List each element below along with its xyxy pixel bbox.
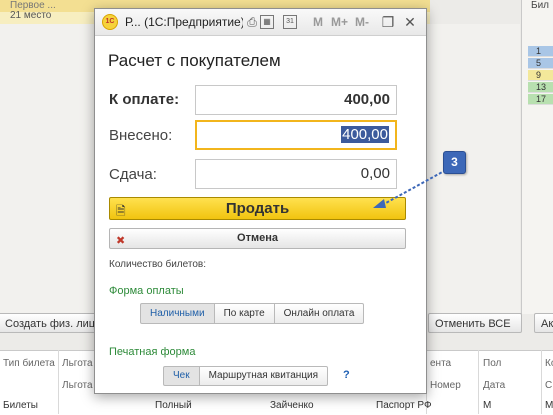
background-action-button[interactable]: Ак [534,313,553,333]
seat-row[interactable]: 5 [528,58,553,69]
seat-row[interactable]: 17 [528,94,553,105]
table-cell[interactable]: М [483,400,491,411]
paid-field-value: 400,00 [341,126,389,143]
table-header[interactable]: С [545,380,552,391]
close-icon[interactable]: ✕ [402,14,418,30]
1c-logo-icon: 1С [102,14,118,30]
paid-label: Внесено: [109,127,173,144]
table-cell[interactable]: Зайченко [270,400,314,411]
table-cell[interactable]: Паспорт РФ [376,400,432,411]
print-option-receipt[interactable]: Чек [163,366,200,386]
calendar-icon[interactable]: 31 [283,15,297,29]
seat-row[interactable]: 1 [528,46,553,57]
table-header[interactable]: Льгота [62,380,93,391]
background-right-header: Бил [531,0,549,11]
seat-row[interactable]: 9 [528,70,553,81]
payment-option-cash[interactable]: Наличными [140,303,215,324]
print-form-selector: Чек Маршрутная квитанция [163,366,329,386]
print-option-itinerary[interactable]: Маршрутная квитанция [199,366,329,386]
help-icon[interactable]: ? [343,369,350,381]
table-header[interactable]: Тип билета [3,358,55,369]
calculator-icon[interactable]: ▦ [260,15,274,29]
tickets-count-label: Количество билетов: [109,259,206,270]
memory-add-button[interactable]: M+ [331,15,348,29]
table-header[interactable]: Пол [483,358,501,369]
table-cell[interactable]: Полный [155,400,192,411]
to-pay-label: К оплате: [109,91,180,108]
cancel-all-button[interactable]: Отменить ВСЕ [428,313,522,333]
sell-button[interactable]: 🗎 Продать [109,197,406,220]
memory-subtract-button[interactable]: M- [355,15,369,29]
print-icon[interactable]: ⎙ [244,14,260,30]
cancel-button-label: Отмена [237,232,278,244]
table-header[interactable]: Льгота [62,358,93,369]
document-ok-icon: 🗎 [116,204,126,218]
payment-option-online[interactable]: Онлайн оплата [274,303,365,324]
window-title: Р... (1С:Предприятие) [125,15,243,29]
cancel-button[interactable]: ✖ Отмена [109,228,406,249]
document-cancel-icon: ✖ [116,235,126,247]
dialog-heading: Расчет с покупателем [108,51,281,70]
dialog-titlebar[interactable]: 1С Р... (1С:Предприятие) ⎙ ▦ 31 M M+ M- … [95,9,426,36]
step-callout-badge: 3 [443,151,466,174]
paid-field[interactable]: 400,00 [195,120,397,150]
table-cell[interactable]: М [545,400,553,411]
table-header[interactable]: Номер [430,380,461,391]
to-pay-field[interactable]: 400,00 [195,85,397,115]
payment-form-label: Форма оплаты [109,285,184,297]
payment-option-card[interactable]: По карте [214,303,275,324]
payment-form-selector: Наличными По карте Онлайн оплата [140,303,365,324]
print-form-label: Печатная форма [109,346,196,358]
restore-window-icon[interactable]: ❐ [380,14,396,30]
seat-row[interactable]: 13 [528,82,553,93]
table-header[interactable]: ента [430,358,451,369]
create-person-button[interactable]: Создать физ. лицо [0,313,98,333]
payment-dialog: 1С Р... (1С:Предприятие) ⎙ ▦ 31 M M+ M- … [94,8,427,394]
change-field[interactable]: 0,00 [195,159,397,189]
table-cell[interactable]: Билеты [3,400,38,411]
memory-store-button[interactable]: M [313,15,323,29]
table-header[interactable]: Дата [483,380,505,391]
table-header[interactable]: Кол [545,358,553,369]
sell-button-label: Продать [225,200,290,217]
change-label: Сдача: [109,166,157,183]
